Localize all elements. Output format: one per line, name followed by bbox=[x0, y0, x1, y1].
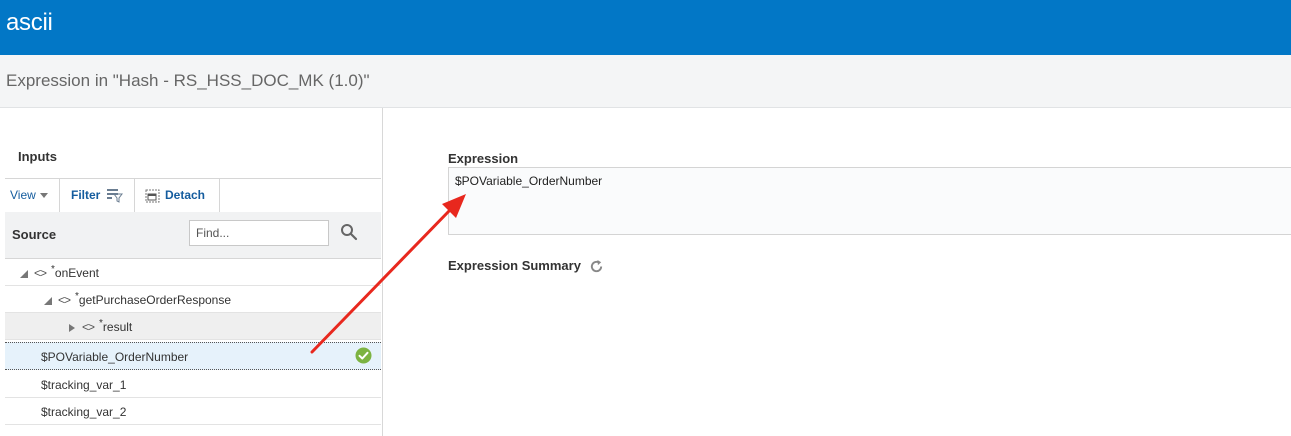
main-area: Inputs View Filter Detach Source Find...… bbox=[0, 108, 1291, 436]
filter-button[interactable]: Filter bbox=[71, 179, 123, 213]
detach-icon bbox=[145, 189, 160, 203]
view-menu-button[interactable]: View bbox=[10, 179, 48, 213]
tree-node-label: result bbox=[102, 320, 133, 334]
toolbar-divider bbox=[134, 179, 135, 213]
search-icon[interactable] bbox=[339, 222, 359, 242]
inputs-heading: Inputs bbox=[18, 149, 57, 164]
expression-summary-label: Expression Summary bbox=[448, 258, 581, 273]
collapse-triangle-icon[interactable] bbox=[44, 296, 52, 305]
page-title: Expression in "Hash - RS_HSS_DOC_MK (1.0… bbox=[6, 71, 370, 90]
tree-node-tracking-var-2[interactable]: $tracking_var_2 bbox=[5, 398, 381, 425]
element-tag-icon: <> bbox=[34, 266, 47, 280]
filter-label: Filter bbox=[71, 188, 101, 202]
tree-node-label: onEvent bbox=[54, 266, 99, 280]
tree-node-label: $tracking_var_1 bbox=[41, 378, 127, 392]
tree-node-onevent[interactable]: <> *onEvent bbox=[5, 259, 381, 286]
refresh-icon[interactable] bbox=[589, 259, 604, 274]
detach-label: Detach bbox=[165, 188, 206, 202]
page-header: Expression in "Hash - RS_HSS_DOC_MK (1.0… bbox=[0, 55, 1291, 108]
expand-triangle-icon[interactable] bbox=[68, 323, 76, 332]
app-title: ascii bbox=[6, 9, 53, 36]
expression-panel: Expression $POVariable_OrderNumber Expre… bbox=[447, 108, 1291, 436]
expression-heading: Expression bbox=[448, 151, 519, 166]
element-tag-icon: <> bbox=[82, 320, 95, 334]
toolbar-divider bbox=[219, 179, 220, 213]
tree-node-label: $tracking_var_2 bbox=[41, 405, 127, 419]
expression-summary: Expression Summary bbox=[448, 258, 604, 274]
inputs-toolbar: View Filter Detach bbox=[5, 178, 381, 214]
required-marker: * bbox=[51, 264, 55, 275]
element-tag-icon: <> bbox=[58, 293, 71, 307]
expression-editor[interactable]: $POVariable_OrderNumber bbox=[448, 167, 1291, 235]
tree-node-result[interactable]: <> *result bbox=[5, 313, 381, 340]
tree-node-label: getPurchaseOrderResponse bbox=[78, 293, 232, 307]
tree-node-getpurchaseorderresponse[interactable]: <> *getPurchaseOrderResponse bbox=[5, 286, 381, 313]
toolbar-divider bbox=[59, 179, 60, 213]
tree-node-label: $POVariable_OrderNumber bbox=[41, 350, 189, 364]
source-header: Source bbox=[5, 212, 381, 259]
find-input[interactable] bbox=[189, 220, 329, 246]
required-marker: * bbox=[99, 318, 103, 329]
source-label: Source bbox=[12, 227, 57, 242]
filter-icon bbox=[106, 189, 123, 204]
tree-node-povariable-ordernumber[interactable]: $POVariable_OrderNumber bbox=[5, 342, 381, 370]
check-icon bbox=[355, 347, 372, 364]
expression-value: $POVariable_OrderNumber bbox=[455, 174, 603, 188]
tree-node-tracking-var-1[interactable]: $tracking_var_1 bbox=[5, 371, 381, 398]
detach-button[interactable]: Detach bbox=[145, 179, 205, 213]
view-label: View bbox=[10, 188, 36, 202]
required-marker: * bbox=[75, 291, 79, 302]
collapse-triangle-icon[interactable] bbox=[20, 269, 28, 278]
chevron-down-icon bbox=[39, 193, 48, 199]
app-header: ascii bbox=[0, 0, 1291, 55]
inputs-panel: Inputs View Filter Detach Source Find...… bbox=[0, 108, 383, 436]
